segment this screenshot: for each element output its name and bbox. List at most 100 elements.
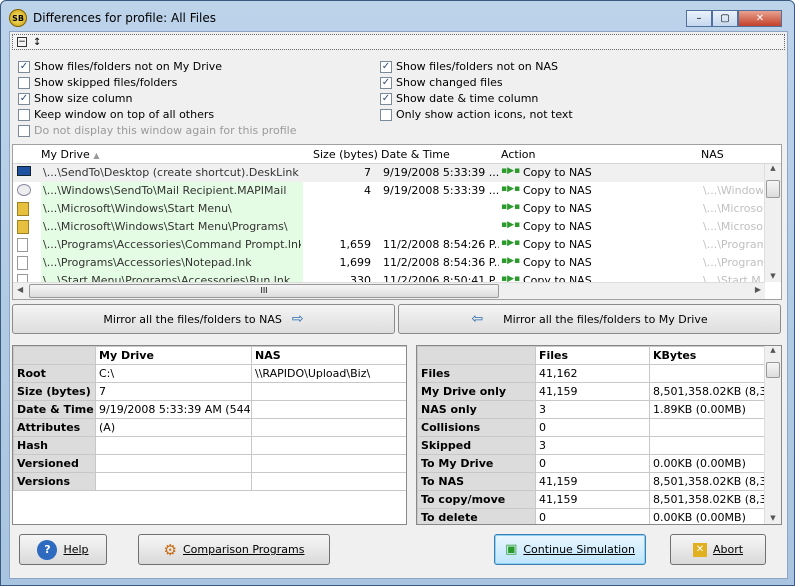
size: 1,699 bbox=[339, 256, 372, 269]
help-button[interactable]: ? Help bbox=[19, 534, 107, 565]
checkbox-icon[interactable]: ✓ bbox=[380, 92, 392, 105]
horizontal-scrollbar[interactable]: ◀ III ▶ bbox=[13, 282, 765, 299]
folder-icon bbox=[17, 202, 31, 216]
grid-header: My Drive ▲ Size (bytes) Date & Time Acti… bbox=[13, 145, 781, 164]
col-my-drive[interactable]: My Drive ▲ bbox=[41, 148, 99, 161]
scroll-thumb[interactable] bbox=[766, 180, 780, 198]
file-grid: My Drive ▲ Size (bytes) Date & Time Acti… bbox=[12, 144, 782, 300]
cell: 0.00KB (0.00MB) bbox=[649, 508, 765, 524]
checkbox-icon[interactable]: ✓ bbox=[380, 76, 392, 89]
table-row[interactable]: \...\Programs\Accessories\Notepad.lnk 1,… bbox=[13, 254, 765, 272]
checkbox-icon[interactable]: ✓ bbox=[380, 60, 392, 73]
row-label: To My Drive bbox=[417, 454, 536, 473]
cell: 8,501,358.02KB (8,302. bbox=[649, 472, 765, 491]
cell: (A) bbox=[95, 418, 252, 437]
nas-path: \...\Program bbox=[703, 238, 763, 251]
cell: 41,159 bbox=[535, 472, 650, 491]
option-checkbox[interactable]: Only show action icons, not text bbox=[380, 108, 573, 121]
option-checkbox[interactable]: ✓ Show files/folders not on My Drive bbox=[18, 60, 222, 73]
cell bbox=[251, 418, 406, 437]
comparison-programs-button[interactable]: ⚙ Comparison Programs bbox=[138, 534, 330, 565]
collapse-icon[interactable]: − bbox=[17, 37, 27, 47]
date: 11/2/2008 8:54:36 P... bbox=[383, 256, 499, 269]
table-row[interactable]: \...\SendTo\Desktop (create shortcut).De… bbox=[13, 164, 765, 182]
table-row: Hash bbox=[13, 436, 406, 455]
col-date[interactable]: Date & Time bbox=[381, 148, 450, 161]
checkbox-icon[interactable] bbox=[18, 124, 30, 137]
checkbox-icon[interactable] bbox=[18, 76, 30, 89]
cell bbox=[649, 436, 765, 455]
row-label: Skipped bbox=[417, 436, 536, 455]
table-row: To delete 0 0.00KB (0.00MB) bbox=[417, 508, 765, 524]
row-label: Collisions bbox=[417, 418, 536, 437]
hscroll-thumb[interactable]: III bbox=[29, 284, 499, 298]
option-checkbox[interactable]: ✓ Show changed files bbox=[380, 76, 503, 89]
column-header bbox=[13, 346, 96, 365]
checkbox-icon[interactable]: ✓ bbox=[18, 92, 30, 105]
option-checkbox[interactable]: ✓ Show files/folders not on NAS bbox=[380, 60, 558, 73]
row-label: To NAS bbox=[417, 472, 536, 491]
stats-scroll-thumb[interactable] bbox=[766, 362, 780, 378]
maximize-button[interactable]: ▢ bbox=[712, 10, 738, 27]
column-header bbox=[417, 346, 536, 365]
table-row: To My Drive 0 0.00KB (0.00MB) bbox=[417, 454, 765, 473]
mirror-to-mydrive-button[interactable]: ⇦ Mirror all the files/folders to My Dri… bbox=[398, 304, 781, 334]
stats-panel: Files KBytes Files 41,162 My Drive only 41,15… bbox=[416, 345, 782, 525]
sort-ascending-icon: ▲ bbox=[93, 151, 100, 160]
abort-button[interactable]: ✕ Abort bbox=[670, 534, 766, 565]
nas-path: \...\Program bbox=[703, 256, 763, 269]
desktop-icon bbox=[17, 166, 31, 180]
action: Copy to NAS bbox=[523, 238, 592, 251]
cell bbox=[251, 472, 406, 491]
close-button[interactable]: ✕ bbox=[738, 10, 782, 27]
table-row: Skipped 3 bbox=[417, 436, 765, 455]
cell: 0 bbox=[535, 418, 650, 437]
date: 11/2/2008 8:54:26 P... bbox=[383, 238, 499, 251]
size: 1,659 bbox=[339, 238, 372, 251]
client-area: − ↕ ✓ Show files/folders not on My Drive S… bbox=[9, 31, 788, 579]
expand-icon[interactable]: ↕ bbox=[33, 37, 41, 48]
action: Copy to NAS bbox=[523, 220, 592, 233]
checkbox-icon[interactable] bbox=[380, 108, 392, 121]
continue-simulation-button[interactable]: ▣ Continue Simulation bbox=[494, 534, 646, 565]
option-label: Only show action icons, not text bbox=[396, 108, 573, 121]
continue-icon: ▣ bbox=[505, 542, 518, 557]
copy-right-arrow-icon: ▪▶▪ bbox=[501, 256, 521, 266]
row-label: Attributes bbox=[13, 418, 96, 437]
row-label: Hash bbox=[13, 436, 96, 455]
option-label: Show files/folders not on NAS bbox=[396, 60, 558, 73]
checkbox-icon[interactable] bbox=[18, 108, 30, 121]
row-label: Root bbox=[13, 364, 96, 383]
minimize-button[interactable]: – bbox=[686, 10, 712, 27]
mirror-to-nas-button[interactable]: Mirror all the files/folders to NAS ⇨ bbox=[12, 304, 395, 334]
date: 9/19/2008 5:33:39 ... bbox=[383, 166, 499, 179]
abort-icon: ✕ bbox=[692, 542, 707, 557]
option-label: Show date & time column bbox=[396, 92, 539, 105]
table-row[interactable]: \...\Windows\SendTo\Mail Recipient.MAPIM… bbox=[13, 182, 765, 200]
gear-icon: ⚙ bbox=[163, 540, 177, 559]
table-row: My Drive only41,1598,501,358.02KB (8,302… bbox=[417, 382, 765, 401]
option-checkbox[interactable]: ✓ Show size column bbox=[18, 92, 133, 105]
table-row[interactable]: \...\Programs\Accessories\Command Prompt… bbox=[13, 236, 765, 254]
cell: 3 bbox=[535, 400, 650, 419]
table-row: Files 41,162 bbox=[417, 364, 765, 383]
header-row: My Drive NAS bbox=[13, 346, 406, 365]
cell: 9/19/2008 5:33:39 AM (544ms) bbox=[95, 400, 252, 419]
table-row[interactable]: \...\Microsoft\Windows\Start Menu\Progra… bbox=[13, 218, 765, 236]
nas-path: \...\Microso bbox=[703, 220, 763, 233]
cell: C:\ bbox=[95, 364, 252, 383]
col-action[interactable]: Action bbox=[501, 148, 535, 161]
folder-icon bbox=[17, 220, 31, 234]
row-label: To copy/move bbox=[417, 490, 536, 509]
column-header: My Drive bbox=[95, 346, 252, 365]
checkbox-icon[interactable]: ✓ bbox=[18, 60, 30, 73]
option-checkbox[interactable]: Keep window on top of all others bbox=[18, 108, 214, 121]
col-size[interactable]: Size (bytes) bbox=[313, 148, 378, 161]
copy-right-arrow-icon: ▪▶▪ bbox=[501, 202, 521, 212]
vertical-scrollbar[interactable]: ▲ ▼ bbox=[764, 164, 781, 282]
stats-scrollbar[interactable]: ▲ ▼ bbox=[764, 346, 781, 524]
option-checkbox[interactable]: Show skipped files/folders bbox=[18, 76, 177, 89]
col-nas[interactable]: NAS bbox=[701, 148, 724, 161]
option-checkbox[interactable]: ✓ Show date & time column bbox=[380, 92, 538, 105]
table-row[interactable]: \...\Microsoft\Windows\Start Menu\ ▪▶▪ C… bbox=[13, 200, 765, 218]
